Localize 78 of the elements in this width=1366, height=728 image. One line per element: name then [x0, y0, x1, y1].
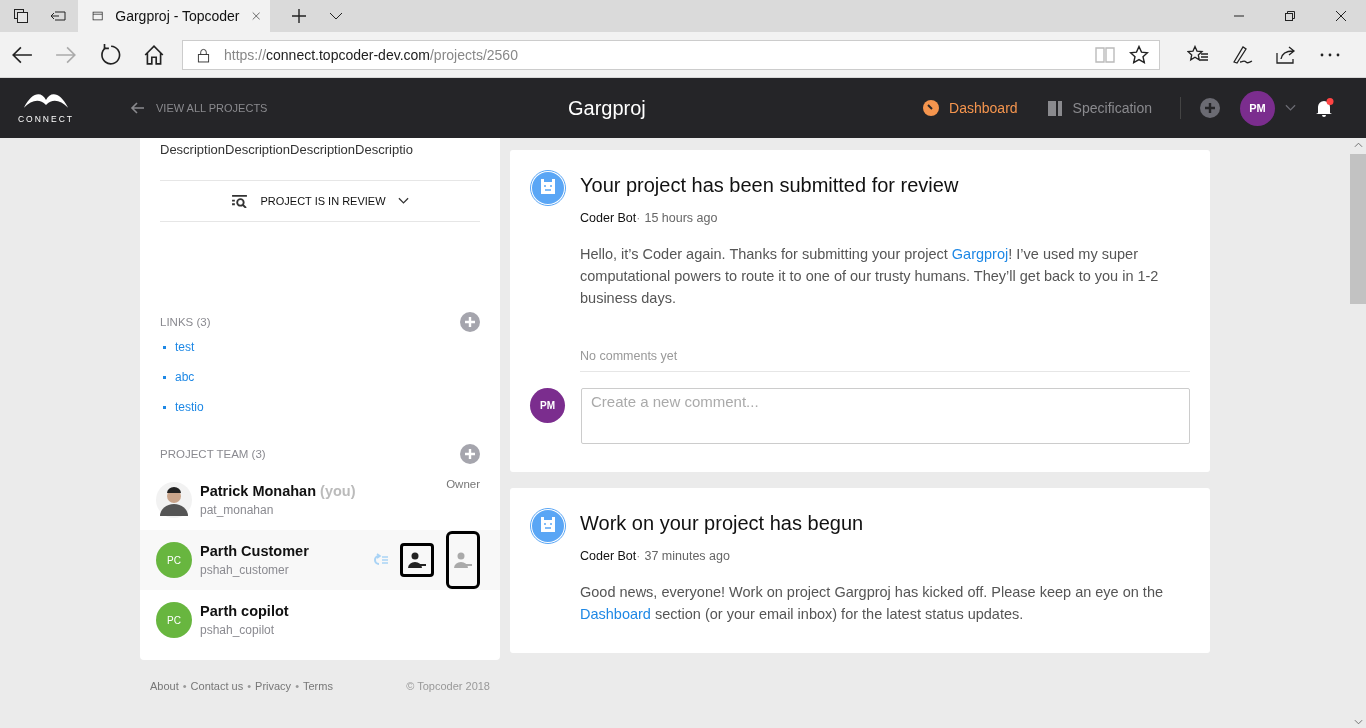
project-link[interactable]: test — [175, 340, 195, 354]
member-role: Owner — [446, 478, 480, 490]
add-icon[interactable] — [1200, 98, 1220, 118]
footer-link[interactable]: About — [150, 680, 179, 692]
comment-field[interactable]: Create a new comment... — [581, 388, 1190, 444]
nav-tab[interactable]: Dashboard — [922, 99, 1018, 117]
restore-icon[interactable] — [1284, 10, 1296, 22]
project-title: Gargproj — [568, 96, 646, 120]
member-row[interactable]: PC Parth copilot pshah_copilot — [140, 590, 500, 650]
post-body: Good news, everyone! Work on project Gargproj has kicked off. Please keep an eye on the Dashboard section (or your email inbox) for the latest status updates. — [580, 583, 1165, 624]
separator-dot: · — [636, 549, 641, 563]
member-name: Patrick Monahan (you) — [200, 483, 357, 499]
member-avatar: PC — [156, 542, 192, 578]
post-title: Your project has been submitted for review — [580, 174, 960, 197]
logo-text: CONNECT — [18, 114, 74, 124]
links-heading: LINKS (3) — [160, 316, 211, 328]
user-avatar: PM — [530, 388, 565, 423]
new-tab-icon[interactable] — [291, 8, 307, 24]
body-link[interactable]: Dashboard — [580, 606, 651, 622]
project-link[interactable]: abc — [175, 370, 195, 384]
avatar-icon — [156, 482, 192, 518]
robot-icon — [530, 170, 566, 206]
share-icon[interactable] — [1275, 44, 1297, 65]
lock-icon — [197, 46, 210, 63]
chevron-down-icon — [397, 197, 409, 205]
address-bar[interactable]: https://connect.topcoder-dev.com/projects/2560 — [182, 39, 1160, 70]
project-description: DescriptionDescriptionDescriptionDescriptio — [160, 141, 414, 159]
project-link[interactable]: testio — [175, 400, 204, 414]
post-author: Coder Bot — [580, 211, 637, 225]
team-heading: PROJECT TEAM (3) — [160, 448, 266, 460]
member-row[interactable]: PC Parth Customer pshah_customer — [140, 530, 500, 590]
post-title: Work on your project has begun — [580, 512, 865, 535]
remove-member-button[interactable] — [400, 543, 434, 577]
url-text: https://connect.topcoder-dev.com/projects/2560 — [224, 46, 518, 63]
star-icon[interactable] — [1129, 44, 1149, 65]
member-name: Parth Customer — [200, 543, 310, 559]
person-minus-icon — [454, 552, 472, 568]
page-icon — [92, 8, 104, 24]
home-icon[interactable] — [143, 43, 165, 66]
footer-link[interactable]: Terms — [303, 680, 333, 692]
more-icon[interactable] — [1319, 51, 1341, 58]
tabs-aside-icon[interactable] — [13, 8, 29, 24]
nav-tab[interactable]: Specification — [1045, 99, 1152, 117]
member-handle: pshah_copilot — [200, 623, 276, 637]
view-all-projects-link[interactable]: VIEW ALL PROJECTS — [130, 102, 268, 114]
set-aside-icon[interactable] — [50, 8, 66, 24]
notifications-icon[interactable] — [1314, 98, 1334, 118]
member-avatar: PC — [156, 602, 192, 638]
person-minus-icon — [408, 552, 426, 568]
user-avatar[interactable]: PM — [1240, 90, 1275, 126]
pen-icon[interactable] — [1231, 44, 1253, 65]
member-name: Parth copilot — [200, 603, 290, 619]
post-author: Coder Bot — [580, 549, 637, 563]
search-list-icon — [231, 194, 249, 208]
remove-member-button[interactable] — [446, 531, 480, 589]
member-row[interactable]: Patrick Monahan (you) pat_monahan Owner — [140, 470, 500, 530]
browser-tab[interactable]: Gargproj - Topcoder — [78, 0, 270, 32]
member-handle: pshah_customer — [200, 563, 290, 577]
arrow-left-icon — [130, 102, 144, 114]
member-handle: pat_monahan — [200, 503, 275, 517]
post-time: 37 minutes ago — [644, 549, 730, 563]
tab-title: Gargproj - Topcoder — [115, 8, 240, 24]
copyright-text: © Topcoder 2018 — [406, 680, 490, 692]
comments-note: No comments yet — [580, 349, 1190, 372]
post-time: 15 hours ago — [644, 211, 718, 225]
gauge-icon — [922, 99, 941, 117]
close-icon[interactable] — [1335, 10, 1347, 22]
document-icon — [1045, 99, 1064, 117]
robot-icon — [530, 508, 566, 544]
separator-dot: • — [295, 680, 299, 692]
separator-dot: · — [636, 211, 641, 225]
footer-link[interactable]: Privacy — [255, 680, 292, 692]
post-body: Hello, it’s Coder again. Thanks for submitting your project Gargproj! I’ve used my super computational powers to route it to one of our trusty humans. They’ll get back to you in 1-2 business days. — [580, 245, 1160, 308]
status-dropdown[interactable]: PROJECT IS IN REVIEW — [160, 180, 480, 222]
footer-link[interactable]: Contact us — [190, 680, 244, 692]
refresh-icon[interactable] — [99, 43, 121, 66]
separator-dot: • — [247, 680, 252, 692]
separator-dot: • — [182, 680, 187, 692]
